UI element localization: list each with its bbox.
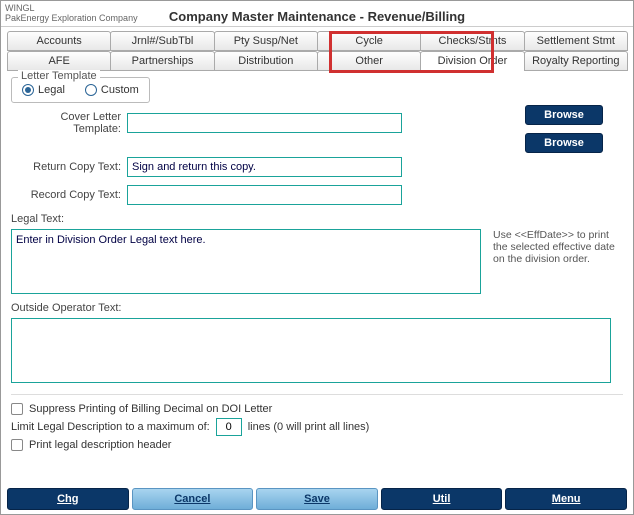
chg-button[interactable]: Chg	[7, 488, 129, 510]
browse-button-2[interactable]: Browse	[525, 133, 603, 153]
tab-jrnl-subtbl[interactable]: Jrnl#/SubTbl	[110, 31, 214, 51]
menu-button[interactable]: Menu	[505, 488, 627, 510]
radio-icon	[22, 84, 34, 96]
tab-afe[interactable]: AFE	[7, 51, 111, 71]
return-copy-label: Return Copy Text:	[11, 161, 121, 173]
limit-pre-label: Limit Legal Description to a maximum of:	[11, 421, 210, 433]
print-header-label: Print legal description header	[29, 439, 171, 451]
tab-checks-stmts[interactable]: Checks/Stmts	[420, 31, 524, 51]
tab-partnerships[interactable]: Partnerships	[110, 51, 214, 71]
outside-operator-label: Outside Operator Text:	[11, 302, 623, 314]
window-header: WINGL PakEnergy Exploration Company Comp…	[1, 1, 633, 27]
print-header-checkbox[interactable]	[11, 439, 23, 451]
radio-custom-label: Custom	[101, 84, 139, 96]
util-button[interactable]: Util	[381, 488, 503, 510]
record-copy-input[interactable]	[127, 185, 402, 205]
tab-distribution[interactable]: Distribution	[214, 51, 318, 71]
radio-icon	[85, 84, 97, 96]
radio-legal[interactable]: Legal	[22, 84, 65, 96]
radio-legal-label: Legal	[38, 84, 65, 96]
tab-cycle[interactable]: Cycle	[317, 31, 421, 51]
limit-post-label: lines (0 will print all lines)	[248, 421, 370, 433]
letter-template-group: Letter Template Legal Custom	[11, 77, 150, 103]
tab-division-order[interactable]: Division Order	[420, 51, 524, 71]
legal-text-area[interactable]	[11, 229, 481, 294]
tab-settlement-stmt[interactable]: Settlement Stmt	[524, 31, 628, 51]
tab-royalty-reporting[interactable]: Royalty Reporting	[524, 51, 628, 71]
save-button[interactable]: Save	[256, 488, 378, 510]
cover-letter-label: Cover Letter Template:	[11, 111, 121, 135]
letter-template-legend: Letter Template	[18, 70, 100, 82]
browse-button-1[interactable]: Browse	[525, 105, 603, 125]
tabs: Accounts Jrnl#/SubTbl Pty Susp/Net Cycle…	[7, 31, 627, 71]
separator	[11, 394, 623, 395]
legal-text-hint: Use <<EffDate>> to print the selected ef…	[493, 229, 623, 265]
suppress-label: Suppress Printing of Billing Decimal on …	[29, 403, 272, 415]
cover-letter-input[interactable]	[127, 113, 402, 133]
record-copy-label: Record Copy Text:	[11, 189, 121, 201]
outside-operator-area[interactable]	[11, 318, 611, 383]
limit-lines-input[interactable]	[216, 418, 242, 436]
cancel-button[interactable]: Cancel	[132, 488, 254, 510]
tab-pty-susp-net[interactable]: Pty Susp/Net	[214, 31, 318, 51]
suppress-checkbox[interactable]	[11, 403, 23, 415]
bottom-toolbar: Chg Cancel Save Util Menu	[7, 488, 627, 510]
legal-text-label: Legal Text:	[11, 213, 623, 225]
tab-accounts[interactable]: Accounts	[7, 31, 111, 51]
tab-other[interactable]: Other	[317, 51, 421, 71]
radio-custom[interactable]: Custom	[85, 84, 139, 96]
return-copy-input[interactable]	[127, 157, 402, 177]
